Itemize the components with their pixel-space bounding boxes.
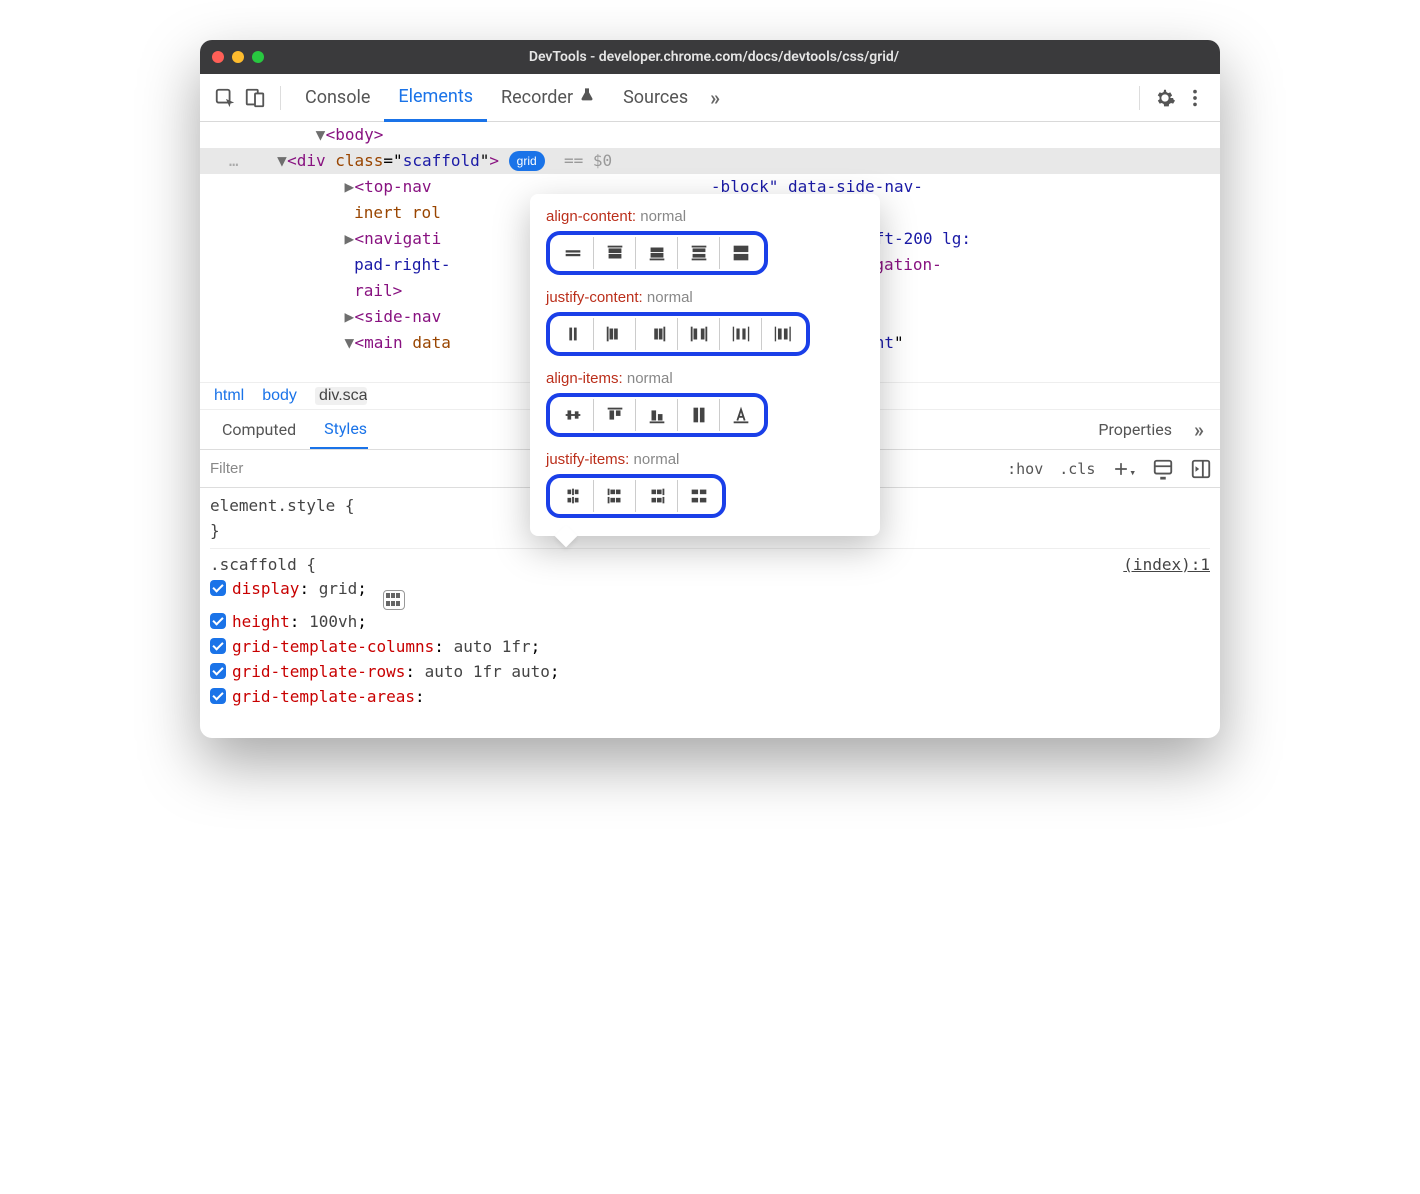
ji-stretch-button[interactable] <box>678 480 720 512</box>
settings-gear-icon[interactable] <box>1150 83 1180 113</box>
kebab-menu-icon[interactable] <box>1180 83 1210 113</box>
tab-recorder-label: Recorder <box>501 87 573 108</box>
dom-row-body[interactable]: ▼<body> <box>200 122 1220 148</box>
property-value[interactable]: grid <box>319 579 358 598</box>
flexbox-grid-editor-popover: align-content: normal justify-content: no… <box>530 194 880 536</box>
dom-row-selected[interactable]: … ▼<div class="scaffold"> grid == $0 <box>200 148 1220 174</box>
jc-around-button[interactable] <box>720 318 762 350</box>
ai-baseline-button[interactable] <box>720 399 762 431</box>
more-styles-tabs-icon[interactable]: » <box>1186 418 1212 442</box>
jc-evenly-button[interactable] <box>762 318 804 350</box>
tab-computed[interactable]: Computed <box>208 410 310 449</box>
property-name[interactable]: grid-template-columns <box>232 637 434 656</box>
css-property-row[interactable]: grid-template-areas: <box>210 685 1210 710</box>
cls-button[interactable]: .cls <box>1051 460 1103 478</box>
tab-sources[interactable]: Sources <box>609 74 702 121</box>
tab-elements[interactable]: Elements <box>384 75 487 122</box>
tab-styles[interactable]: Styles <box>310 410 368 449</box>
property-checkbox[interactable] <box>210 613 226 629</box>
ai-center-button[interactable] <box>552 399 594 431</box>
toolbar-separator-2 <box>1139 86 1140 110</box>
window-title: DevTools - developer.chrome.com/docs/dev… <box>280 49 1208 65</box>
jc-center-button[interactable] <box>552 318 594 350</box>
jc-start-button[interactable] <box>594 318 636 350</box>
ac-center-button[interactable] <box>552 237 594 269</box>
traffic-lights <box>212 51 264 63</box>
ac-stretch-button[interactable] <box>720 237 762 269</box>
close-window-button[interactable] <box>212 51 224 63</box>
ai-end-button[interactable] <box>636 399 678 431</box>
ai-stretch-button[interactable] <box>678 399 720 431</box>
property-value[interactable]: auto 1fr <box>454 637 531 656</box>
computed-styles-toggle-icon[interactable] <box>1144 458 1182 480</box>
maximize-window-button[interactable] <box>252 51 264 63</box>
property-name[interactable]: display <box>232 579 299 598</box>
popover-label: justify-content: normal <box>546 289 864 306</box>
property-name[interactable]: grid-template-areas <box>232 687 415 706</box>
popover-button-row <box>546 231 768 275</box>
ji-center-button[interactable] <box>552 480 594 512</box>
tab-console[interactable]: Console <box>291 74 384 121</box>
tab-properties[interactable]: Properties <box>1098 410 1186 449</box>
ac-end-button[interactable] <box>636 237 678 269</box>
eq-dollar-zero: == $0 <box>564 151 612 170</box>
popover-label: align-content: normal <box>546 208 864 225</box>
popover-label: justify-items: normal <box>546 451 864 468</box>
property-name[interactable]: height <box>232 612 290 631</box>
ac-between-button[interactable] <box>678 237 720 269</box>
new-style-rule-button[interactable]: ▾ <box>1103 458 1144 479</box>
scaffold-rule-block[interactable]: (index):1 .scaffold { display: grid; hei… <box>210 553 1210 714</box>
toolbar-separator <box>280 86 281 110</box>
property-value[interactable]: 100vh <box>309 612 357 631</box>
main-toolbar: Console Elements Recorder Sources » <box>200 74 1220 122</box>
css-property-row[interactable]: height: 100vh; <box>210 610 1210 635</box>
tab-recorder[interactable]: Recorder <box>487 74 609 121</box>
popover-label: align-items: normal <box>546 370 864 387</box>
property-value[interactable]: auto 1fr auto <box>425 662 550 681</box>
inspect-element-icon[interactable] <box>210 83 240 113</box>
popover-button-row <box>546 393 768 437</box>
device-toggle-icon[interactable] <box>240 83 270 113</box>
css-property-row[interactable]: grid-template-rows: auto 1fr auto; <box>210 660 1210 685</box>
styles-filter-input[interactable]: Filter <box>200 460 460 477</box>
open-grid-editor-icon[interactable] <box>383 590 405 610</box>
breadcrumb-html[interactable]: html <box>214 387 244 405</box>
property-checkbox[interactable] <box>210 580 226 596</box>
ai-start-button[interactable] <box>594 399 636 431</box>
experiment-flask-icon <box>579 87 595 108</box>
elements-panel: ▼<body> … ▼<div class="scaffold"> grid =… <box>200 122 1220 382</box>
hov-button[interactable]: :hov <box>999 460 1051 478</box>
property-checkbox[interactable] <box>210 663 226 679</box>
property-name[interactable]: grid-template-rows <box>232 662 405 681</box>
rule-source-link[interactable]: (index):1 <box>1123 553 1210 578</box>
minimize-window-button[interactable] <box>232 51 244 63</box>
sidebar-collapse-icon[interactable] <box>1182 458 1220 480</box>
title-bar: DevTools - developer.chrome.com/docs/dev… <box>200 40 1220 74</box>
jc-between-button[interactable] <box>678 318 720 350</box>
css-property-row[interactable]: display: grid; <box>210 577 1210 610</box>
ac-start-button[interactable] <box>594 237 636 269</box>
css-property-row[interactable]: grid-template-columns: auto 1fr; <box>210 635 1210 660</box>
breadcrumb-current[interactable]: div.scaffold <box>315 387 367 405</box>
grid-badge[interactable]: grid <box>509 151 545 171</box>
popover-button-row <box>546 312 810 356</box>
jc-end-button[interactable] <box>636 318 678 350</box>
property-checkbox[interactable] <box>210 638 226 654</box>
breadcrumb-body[interactable]: body <box>262 387 297 405</box>
popover-button-row <box>546 474 726 518</box>
ji-start-button[interactable] <box>594 480 636 512</box>
devtools-window: DevTools - developer.chrome.com/docs/dev… <box>200 40 1220 738</box>
ji-end-button[interactable] <box>636 480 678 512</box>
property-checkbox[interactable] <box>210 688 226 704</box>
more-tabs-icon[interactable]: » <box>702 86 728 110</box>
